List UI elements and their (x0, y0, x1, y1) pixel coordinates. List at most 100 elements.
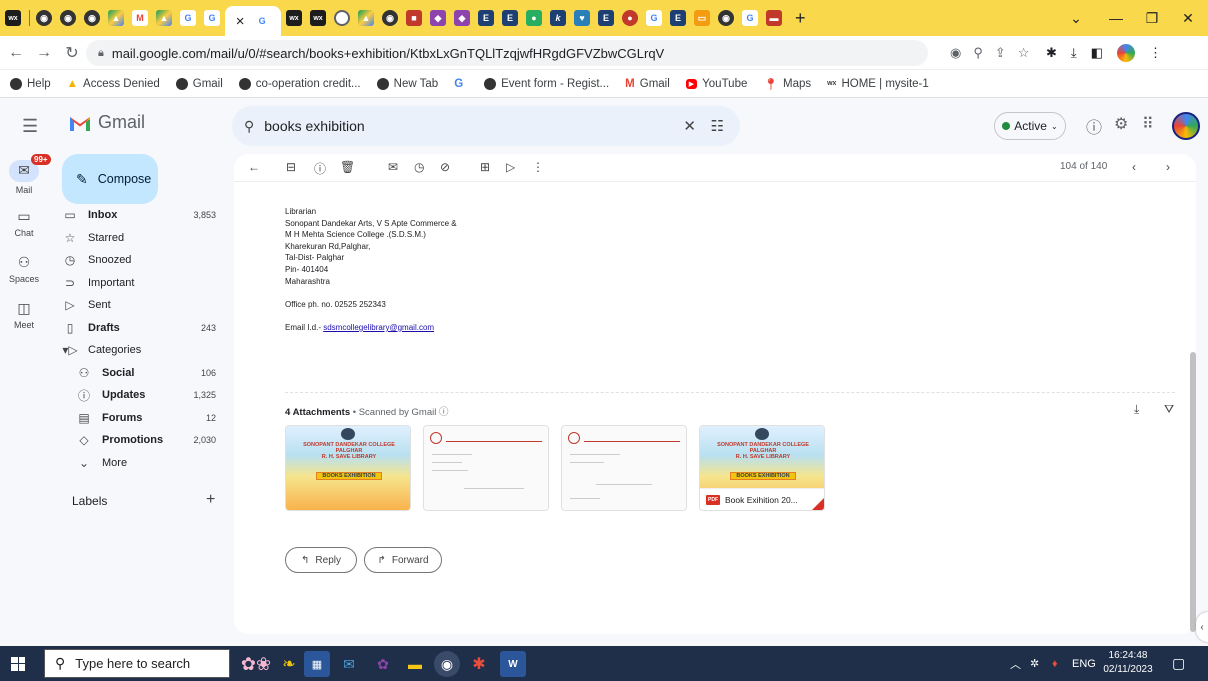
close-window-button[interactable]: ✕ (1168, 0, 1208, 36)
restore-button[interactable]: ❐ (1132, 0, 1172, 36)
tab-google-3[interactable]: G (643, 7, 665, 29)
tab-drive-2[interactable]: ▲ (153, 7, 175, 29)
tray-app-icon[interactable]: ✲ (1030, 646, 1039, 681)
tab-app-2[interactable]: ◆ (427, 7, 449, 29)
add-task-icon[interactable]: ⊘ (440, 160, 450, 174)
tab-google-1[interactable]: G (177, 7, 199, 29)
minimize-button[interactable]: — (1096, 0, 1136, 36)
share-icon[interactable]: ⇪ (995, 45, 1006, 61)
search-bar[interactable]: ⚲ books exhibition ✕ ☷ (232, 106, 740, 146)
tab-google-4[interactable]: G (739, 7, 761, 29)
add-label-button[interactable]: + (206, 491, 215, 509)
flowers-widget-icon[interactable]: ✿❀ (236, 651, 276, 677)
search-icon[interactable]: ⚲ (244, 118, 254, 135)
tab-drive-3[interactable]: ▲ (355, 7, 377, 29)
tab-chrome-2[interactable]: ◉ (57, 7, 79, 29)
zoom-icon[interactable]: ⚲ (973, 45, 983, 61)
profile-icon[interactable] (1116, 44, 1135, 62)
back-to-search-icon[interactable]: ← (248, 160, 260, 174)
reload-icon[interactable]: ↻ (60, 43, 84, 63)
attachment-poster-1[interactable]: SONOPANT DANDEKAR COLLEGE PALGHAR R. H. S… (285, 425, 411, 511)
tab-app-7[interactable]: ▭ (691, 7, 713, 29)
chrome-taskbar-icon[interactable]: ◉ (434, 651, 460, 677)
forward-button[interactable]: ↱ Forward (364, 547, 442, 573)
apps-grid-icon[interactable]: ⠿ (1142, 114, 1154, 134)
tab-search-icon[interactable]: ⌄ (1056, 0, 1096, 36)
nav-sent[interactable]: ▷ Sent (48, 294, 230, 317)
add-to-drive-icon[interactable]: ⛛ (1164, 402, 1174, 417)
nav-social[interactable]: ⚇ Social 106 (48, 362, 230, 385)
status-dropdown[interactable]: Active ⌄ (994, 112, 1066, 140)
more-options-icon[interactable]: ⋮ (532, 160, 544, 174)
label-icon[interactable]: ▷ (506, 160, 515, 174)
message-scrollbar[interactable] (1190, 352, 1196, 632)
tab-chrome-1[interactable]: ◉ (33, 7, 55, 29)
leaf-icon[interactable]: ❧ (276, 651, 302, 677)
url-field[interactable]: 🔒︎ mail.google.com/mail/u/0/#search/book… (86, 40, 928, 66)
bookmark-gmail-2[interactable]: M Gmail (625, 78, 670, 90)
app-icon[interactable]: ✱ (466, 651, 492, 677)
rail-meet[interactable]: ◫ Meet (0, 292, 48, 338)
nav-inbox[interactable]: ▭ Inbox 3,853 (48, 204, 230, 227)
tab-wix[interactable]: wx (2, 7, 24, 29)
word-icon[interactable]: W (500, 651, 526, 677)
close-tab-icon[interactable]: × (236, 13, 245, 30)
app-icon[interactable]: ✿ (370, 651, 396, 677)
account-avatar[interactable] (1172, 112, 1200, 140)
tab-app-4[interactable]: ● (523, 7, 545, 29)
bookmark-event-form[interactable]: Event form - Regist... (484, 77, 609, 90)
forward-icon[interactable]: → (32, 44, 56, 62)
tab-app-5[interactable]: ♥ (571, 7, 593, 29)
taskbar-search[interactable]: ⚲ Type here to search (44, 649, 230, 678)
nav-updates[interactable]: ⓘ Updates 1,325 (48, 384, 230, 407)
nav-forums[interactable]: ▤ Forums 12 (48, 407, 230, 430)
eye-icon[interactable]: ◉ (950, 45, 961, 61)
rail-mail[interactable]: ✉ 99+ Mail (0, 153, 51, 200)
attachment-pdf[interactable]: SONOPANT DANDEKAR COLLEGE PALGHAR R. H. S… (699, 425, 825, 511)
clear-search-icon[interactable]: ✕ (683, 117, 696, 135)
tab-chrome-5[interactable]: ◉ (379, 7, 401, 29)
tab-app-8[interactable]: ▬ (763, 7, 785, 29)
taskbar-search-input[interactable]: Type here to search (75, 656, 190, 671)
bookmark-cooperation[interactable]: co-operation credit... (238, 77, 361, 90)
bookmark-home-mysite[interactable]: wx HOME | mysite-1 (827, 78, 929, 90)
notifications-icon[interactable]: ▢ (1172, 646, 1185, 681)
language-indicator[interactable]: ENG (1072, 646, 1096, 681)
gmail-logo[interactable]: Gmail (68, 112, 145, 133)
tab-gmail-1[interactable]: M (129, 7, 151, 29)
tray-expand-icon[interactable]: ︿ (1010, 646, 1021, 681)
tab-active-close[interactable]: × G (225, 6, 281, 36)
star-icon[interactable]: ☆ (1018, 45, 1030, 61)
back-icon[interactable]: ← (4, 44, 28, 62)
nav-important[interactable]: ⊃ Important (48, 272, 230, 295)
side-panel-toggle[interactable]: ‹ (1196, 612, 1208, 642)
help-icon[interactable]: ⓘ (1086, 114, 1102, 138)
nav-more[interactable]: ⌄ More (48, 452, 230, 475)
compose-button[interactable]: ✎ Compose (62, 154, 158, 204)
bookmark-help[interactable]: Help (10, 77, 51, 90)
tab-doc-3[interactable]: k (547, 7, 569, 29)
archive-icon[interactable]: ⊟ (286, 160, 296, 174)
older-icon[interactable]: › (1166, 160, 1170, 174)
lock-icon[interactable]: 🔒︎ (98, 47, 104, 60)
store-icon[interactable]: ▦ (304, 651, 330, 677)
tab-drive-1[interactable]: ▲ (105, 7, 127, 29)
nav-starred[interactable]: ☆ Starred (48, 227, 230, 250)
settings-icon[interactable]: ⚙ (1114, 114, 1128, 134)
tab-chrome-3[interactable]: ◉ (81, 7, 103, 29)
bookmark-maps[interactable]: 📍︎ Maps (763, 77, 811, 91)
download-all-icon[interactable]: ⤓ (1134, 402, 1139, 417)
start-button[interactable] (0, 646, 36, 681)
attachment-letter-1[interactable] (423, 425, 549, 511)
tab-wix-2[interactable]: wx (283, 7, 305, 29)
bookmark-new-tab[interactable]: New Tab (376, 77, 438, 90)
nav-snoozed[interactable]: ◷ Snoozed (48, 249, 230, 272)
rail-chat[interactable]: ▭ Chat (0, 200, 48, 246)
rail-spaces[interactable]: ⚇ Spaces (0, 246, 48, 292)
search-input[interactable]: books exhibition (264, 118, 364, 134)
newer-icon[interactable]: ‹ (1132, 160, 1136, 174)
tab-chrome-4[interactable] (331, 7, 353, 29)
bookmark-gmail[interactable]: Gmail (175, 77, 223, 90)
email-link[interactable]: sdsmcollegelibrary@gmail.com (323, 323, 434, 332)
download-icon[interactable]: ⤓ (1071, 45, 1077, 61)
